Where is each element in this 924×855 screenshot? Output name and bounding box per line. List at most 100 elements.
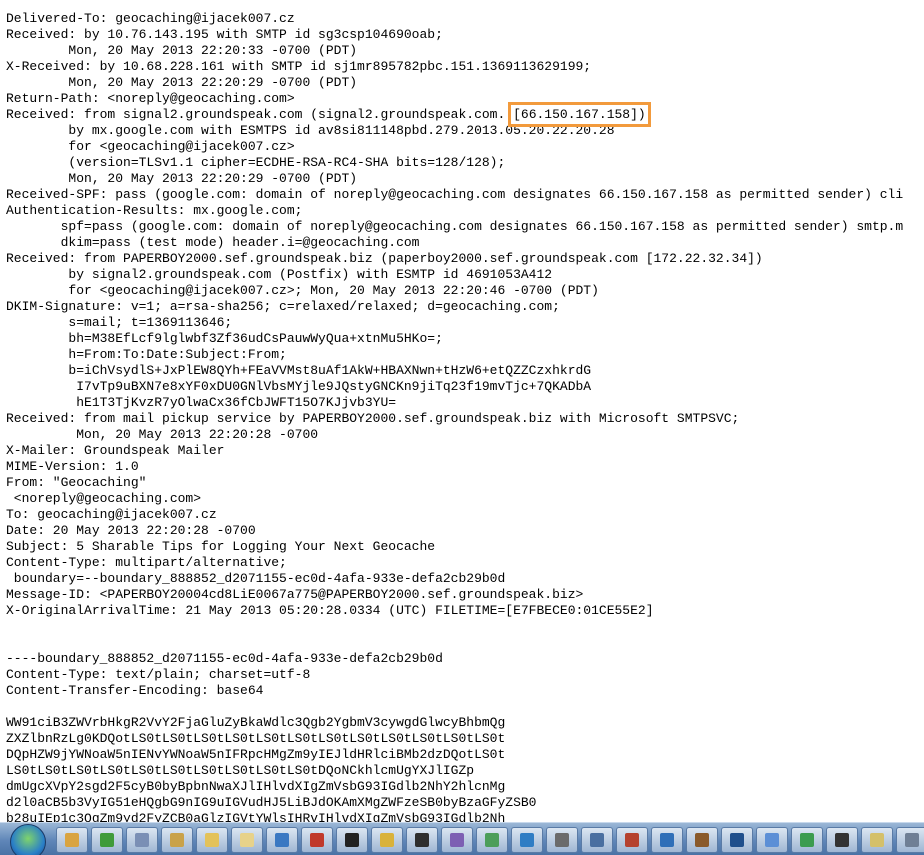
header-line: spf=pass (google.com: domain of noreply@… xyxy=(6,219,904,234)
taskbar-button[interactable] xyxy=(721,827,753,853)
taskbar-button[interactable] xyxy=(861,827,893,853)
header-line: I7vTp9uBXN7e8xYF0xDU0GNlVbsMYjle9JQstyGN… xyxy=(6,379,592,394)
taskbar-button[interactable] xyxy=(546,827,578,853)
header-line: Content-Type: text/plain; charset=utf-8 xyxy=(6,667,311,682)
taskbar-button[interactable] xyxy=(791,827,823,853)
taskbar-button[interactable] xyxy=(441,827,473,853)
taskbar-button[interactable] xyxy=(406,827,438,853)
note-icon xyxy=(870,833,884,847)
header-line: by mx.google.com with ESMTPS id av8si811… xyxy=(6,123,615,138)
header-line: X-OriginalArrivalTime: 21 May 2013 05:20… xyxy=(6,603,654,618)
header-line: From: "Geocaching" xyxy=(6,475,147,490)
header-line: for <geocaching@ijacek007.cz>; Mon, 20 M… xyxy=(6,283,599,298)
gear-icon xyxy=(380,833,394,847)
taskbar-button[interactable] xyxy=(336,827,368,853)
shield-icon xyxy=(800,833,814,847)
header-line: Message-ID: <PAPERBOY20004cd8LiE0067a775… xyxy=(6,587,584,602)
header-line: Delivered-To: geocaching@ijacek007.cz xyxy=(6,11,295,26)
header-line: by signal2.groundspeak.com (Postfix) wit… xyxy=(6,267,553,282)
header-line: <noreply@geocaching.com> xyxy=(6,491,202,506)
taskbar-button[interactable] xyxy=(371,827,403,853)
taskbar-button[interactable] xyxy=(476,827,508,853)
photo-icon xyxy=(695,833,709,847)
terminal-icon xyxy=(835,833,849,847)
taskbar-button[interactable] xyxy=(196,827,228,853)
header-line: ZXZlbnRzLg0KDQotLS0tLS0tLS0tLS0tLS0tLS0t… xyxy=(6,731,506,746)
image-icon xyxy=(485,833,499,847)
taskbar-button[interactable] xyxy=(56,827,88,853)
mail-icon xyxy=(660,833,674,847)
taskbar-button[interactable] xyxy=(686,827,718,853)
taskbar-button[interactable] xyxy=(161,827,193,853)
terminal-icon xyxy=(415,833,429,847)
taskbar-button[interactable] xyxy=(581,827,613,853)
header-line: (version=TLSv1.1 cipher=ECDHE-RSA-RC4-SH… xyxy=(6,155,506,170)
header-line: for <geocaching@ijacek007.cz> xyxy=(6,139,295,154)
taskbar-icons xyxy=(56,827,924,853)
header-line: Return-Path: <noreply@geocaching.com> xyxy=(6,91,295,106)
header-line: Content-Type: multipart/alternative; xyxy=(6,555,287,570)
header-line xyxy=(6,699,903,715)
header-line: d2l0aCB5b3VyIG51eHQgbG9nIG9uIGVudHJ5LiBJ… xyxy=(6,795,537,810)
chat-icon xyxy=(520,833,534,847)
header-line: bh=M38EfLcf9lglwbf3Zf36udCsPauwWyQua+xtn… xyxy=(6,331,443,346)
header-line: X-Mailer: Groundspeak Mailer xyxy=(6,443,225,458)
header-line: Received: from PAPERBOY2000.sef.groundsp… xyxy=(6,251,763,266)
taskbar-button[interactable] xyxy=(756,827,788,853)
globe-icon xyxy=(275,833,289,847)
header-line: DKIM-Signature: v=1; a=rsa-sha256; c=rel… xyxy=(6,299,560,314)
taskbar-button[interactable] xyxy=(616,827,648,853)
header-line xyxy=(6,635,903,651)
header-line: X-Received: by 10.68.228.161 with SMTP i… xyxy=(6,59,592,74)
taskbar-button[interactable] xyxy=(896,827,924,853)
header-line: boundary=--boundary_888852_d2071155-ec0d… xyxy=(6,571,506,586)
taskbar-button[interactable] xyxy=(651,827,683,853)
server-icon xyxy=(590,833,604,847)
header-line: dmUgcXVpY2sgd2F5cyB0byBpbnNwaXJlIHlvdXIg… xyxy=(6,779,506,794)
header-line-text: Received: from signal2.groundspeak.com (… xyxy=(6,107,514,122)
header-line: hE1T3TjKvzR7yOlwaCx36fCbJWFT15O7KJjvb3YU… xyxy=(6,395,397,410)
windows-start-orb-icon[interactable] xyxy=(10,824,46,855)
email-header-text: Delivered-To: geocaching@ijacek007.cz Rec… xyxy=(6,11,903,822)
header-line: Mon, 20 May 2013 22:20:33 -0700 (PDT) xyxy=(6,43,358,58)
header-line: WW91ciB3ZWVrbHkgR2VvY2FjaGluZyBkaWdlc3Qg… xyxy=(6,715,506,730)
taskbar-button[interactable] xyxy=(826,827,858,853)
taskbar-button[interactable] xyxy=(511,827,543,853)
chrome-icon xyxy=(100,833,114,847)
taskbar-button[interactable] xyxy=(266,827,298,853)
header-line: Received: from signal2.groundspeak.com (… xyxy=(6,102,903,127)
windows-taskbar xyxy=(0,822,924,855)
media-icon xyxy=(345,833,359,847)
document-icon xyxy=(205,833,219,847)
header-line: LS0tLS0tLS0tLS0tLS0tLS0tLS0tLS0tLS0tLS0t… xyxy=(6,763,475,778)
taskbar-button[interactable] xyxy=(231,827,263,853)
header-line: Subject: 5 Sharable Tips for Logging You… xyxy=(6,539,436,554)
taskbar-button[interactable] xyxy=(126,827,158,853)
header-line: Mon, 20 May 2013 22:20:29 -0700 (PDT) xyxy=(6,75,358,90)
header-line: dkim=pass (test mode) header.i=@geocachi… xyxy=(6,235,420,250)
header-line: s=mail; t=1369113646; xyxy=(6,315,233,330)
taskbar-button[interactable] xyxy=(301,827,333,853)
header-line: h=From:To:Date:Subject:From; xyxy=(6,347,287,362)
tools-icon xyxy=(555,833,569,847)
settings-icon xyxy=(905,833,919,847)
header-line: Received: by 10.76.143.195 with SMTP id … xyxy=(6,27,443,42)
header-line: Received-SPF: pass (google.com: domain o… xyxy=(6,187,904,202)
window-icon xyxy=(765,833,779,847)
header-line xyxy=(6,619,903,635)
raw-email-source-view: Delivered-To: geocaching@ijacek007.cz Rec… xyxy=(0,0,924,822)
header-line: MIME-Version: 1.0 xyxy=(6,459,139,474)
header-line: b=iChVsydlS+JxPlEW8QYh+FEaVVMst8uAf1AkW+… xyxy=(6,363,592,378)
header-line: Received: from mail pickup service by PA… xyxy=(6,411,740,426)
grid-icon xyxy=(730,833,744,847)
header-line: b28uIEp1c3QgZm9yd2FyZCB0aGlzIGVtYWlsIHRv… xyxy=(6,811,506,822)
pdf-icon xyxy=(310,833,324,847)
header-line: DQpHZW9jYWNoaW5nIENvYWNoaW5nIFRpcHMgZm9y… xyxy=(6,747,506,762)
header-line: To: geocaching@ijacek007.cz xyxy=(6,507,217,522)
taskbar-button[interactable] xyxy=(91,827,123,853)
header-line: ----boundary_888852_d2071155-ec0d-4afa-9… xyxy=(6,651,443,666)
header-line: Content-Transfer-Encoding: base64 xyxy=(6,683,264,698)
calendar-icon xyxy=(625,833,639,847)
header-line: Date: 20 May 2013 22:20:28 -0700 xyxy=(6,523,256,538)
folder-icon xyxy=(65,833,79,847)
